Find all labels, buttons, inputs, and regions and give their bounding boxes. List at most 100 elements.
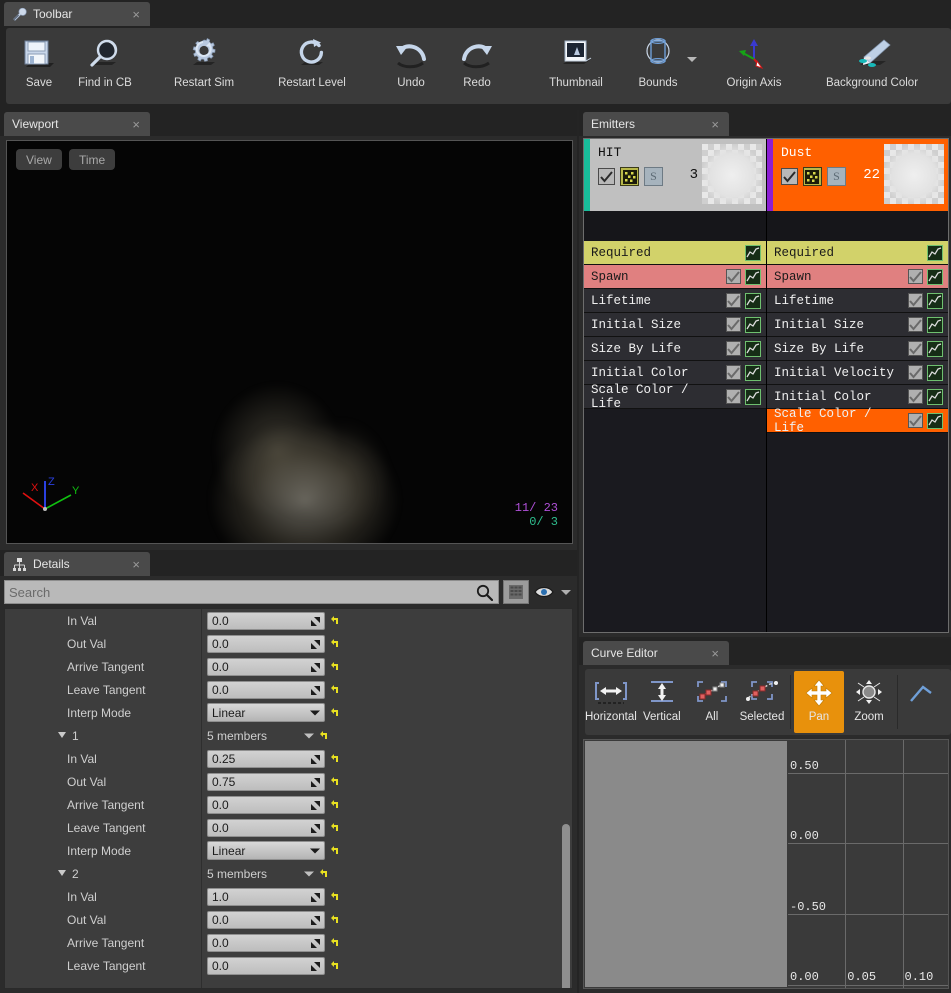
emitter-module-row[interactable]: Scale Color / Life	[584, 383, 766, 411]
reset-to-default-icon[interactable]	[330, 890, 341, 903]
details-row[interactable]: Arrive Tangent 0.0	[5, 793, 572, 816]
emitter-module-row[interactable]: Initial Velocity	[766, 361, 948, 385]
thumbnail-button[interactable]: Thumbnail	[522, 30, 630, 102]
numeric-input[interactable]: 1.0	[207, 887, 325, 906]
reset-to-default-icon[interactable]	[330, 614, 341, 627]
emitter-header[interactable]: HIT S 3	[584, 139, 766, 211]
tab-details[interactable]: Details ×	[4, 552, 150, 576]
drag-handle-icon[interactable]	[310, 777, 321, 791]
emitter-module-row[interactable]: Initial Size	[766, 313, 948, 337]
numeric-input[interactable]: 0.25	[207, 749, 325, 768]
expand-triangle-icon[interactable]	[57, 867, 67, 881]
reset-to-default-icon[interactable]	[330, 844, 341, 857]
emitter-enabled-checkbox[interactable]	[780, 168, 798, 185]
tab-curve-editor[interactable]: Curve Editor ×	[583, 641, 729, 665]
curve-overflow-button[interactable]	[901, 671, 951, 733]
emitter-solo-button[interactable]: S	[826, 167, 846, 186]
chevron-down-icon[interactable]	[304, 727, 314, 745]
reset-to-default-icon[interactable]	[330, 821, 341, 834]
tab-toolbar[interactable]: Toolbar ×	[4, 2, 150, 26]
particle-render-icon[interactable]	[802, 167, 822, 186]
grid-view-icon[interactable]	[503, 580, 529, 604]
module-enabled-checkbox[interactable]	[725, 365, 741, 380]
emitter-module-row[interactable]: Initial Size	[584, 313, 766, 337]
reset-to-default-icon[interactable]	[319, 729, 330, 742]
module-enabled-checkbox[interactable]	[908, 413, 923, 428]
interp-mode-select[interactable]: Linear	[207, 841, 325, 860]
details-row[interactable]: Interp Mode Linear	[5, 701, 572, 724]
module-enabled-checkbox[interactable]	[908, 389, 923, 404]
emitter-solo-button[interactable]: S	[644, 167, 663, 186]
drag-handle-icon[interactable]	[310, 938, 321, 952]
details-row[interactable]: In Val 0.25	[5, 747, 572, 770]
redo-button[interactable]: Redo	[444, 30, 510, 102]
numeric-input[interactable]: 0.0	[207, 611, 325, 630]
drag-handle-icon[interactable]	[310, 662, 321, 676]
module-enabled-checkbox[interactable]	[908, 365, 923, 380]
module-enabled-checkbox[interactable]	[725, 269, 741, 284]
module-enabled-checkbox[interactable]	[725, 389, 741, 404]
reset-to-default-icon[interactable]	[330, 798, 341, 811]
close-icon[interactable]: ×	[124, 118, 140, 131]
module-curve-toggle-icon[interactable]	[927, 268, 943, 285]
numeric-input[interactable]: 0.0	[207, 933, 325, 952]
numeric-input[interactable]: 0.0	[207, 818, 325, 837]
drag-handle-icon[interactable]	[310, 616, 321, 630]
view-menu-button[interactable]: View	[16, 149, 62, 170]
reset-to-default-icon[interactable]	[330, 660, 341, 673]
numeric-input[interactable]: 0.0	[207, 956, 325, 975]
details-row[interactable]: Leave Tangent 0.0	[5, 678, 572, 701]
details-row[interactable]: 1 5 members	[5, 724, 572, 747]
module-curve-toggle-icon[interactable]	[927, 244, 943, 261]
drag-handle-icon[interactable]	[310, 915, 321, 929]
save-button[interactable]: Save	[6, 30, 72, 102]
emitter-module-row[interactable]: Size By Life	[584, 337, 766, 361]
details-row[interactable]: Leave Tangent 0.0	[5, 954, 572, 977]
close-icon[interactable]: ×	[124, 558, 140, 571]
curve-all-button[interactable]: All	[687, 671, 737, 733]
drag-handle-icon[interactable]	[310, 639, 321, 653]
emitter-module-row[interactable]: Size By Life	[766, 337, 948, 361]
drag-handle-icon[interactable]	[310, 961, 321, 975]
details-row[interactable]: In Val 1.0	[5, 885, 572, 908]
close-icon[interactable]: ×	[124, 8, 140, 21]
drag-handle-icon[interactable]	[310, 892, 321, 906]
curve-pan-button[interactable]: Pan	[793, 671, 844, 733]
emitter-module-row[interactable]: Required	[584, 241, 766, 265]
emitter-empty-area[interactable]	[584, 409, 766, 632]
curve-zoom-button[interactable]: Zoom	[844, 671, 894, 733]
module-curve-toggle-icon[interactable]	[744, 388, 761, 405]
search-input[interactable]: Search	[4, 580, 499, 604]
module-curve-toggle-icon[interactable]	[927, 412, 943, 429]
module-enabled-checkbox[interactable]	[725, 293, 741, 308]
module-curve-toggle-icon[interactable]	[744, 244, 761, 261]
curve-vertical-button[interactable]: Vertical	[637, 671, 687, 733]
module-enabled-checkbox[interactable]	[908, 317, 923, 332]
reset-to-default-icon[interactable]	[330, 959, 341, 972]
details-row[interactable]: Arrive Tangent 0.0	[5, 931, 572, 954]
module-curve-toggle-icon[interactable]	[927, 316, 943, 333]
numeric-input[interactable]: 0.0	[207, 634, 325, 653]
curve-editor-graph[interactable]: 0.50 0.00 -0.50 0.00 0.05 0.10	[583, 739, 949, 989]
restart-sim-button[interactable]: Restart Sim	[150, 30, 258, 102]
curve-plot-area[interactable]: 0.50 0.00 -0.50 0.00 0.05 0.10	[788, 740, 948, 988]
curve-track-list[interactable]	[585, 741, 787, 987]
numeric-input[interactable]: 0.0	[207, 910, 325, 929]
module-curve-toggle-icon[interactable]	[744, 316, 761, 333]
viewport-canvas[interactable]: View Time X Z Y 11/ 23 0/ 3	[6, 140, 573, 544]
details-row[interactable]: In Val 0.0	[5, 609, 572, 632]
emitter-empty-area[interactable]	[766, 433, 948, 632]
reset-to-default-icon[interactable]	[330, 775, 341, 788]
module-curve-toggle-icon[interactable]	[744, 340, 761, 357]
undo-button[interactable]: Undo	[378, 30, 444, 102]
emitter-module-row[interactable]: Spawn	[584, 265, 766, 289]
emitter-column[interactable]: Dust S 22 Required Spawn Lifetime Initial Size…	[765, 139, 948, 632]
emitter-module-row[interactable]: Lifetime	[584, 289, 766, 313]
origin-axis-button[interactable]: Origin Axis	[700, 30, 808, 102]
module-curve-toggle-icon[interactable]	[927, 388, 943, 405]
numeric-input[interactable]: 0.0	[207, 680, 325, 699]
emitter-module-row[interactable]: Lifetime	[766, 289, 948, 313]
numeric-input[interactable]: 0.75	[207, 772, 325, 791]
numeric-input[interactable]: 0.0	[207, 657, 325, 676]
curve-horizontal-button[interactable]: Horizontal	[585, 671, 637, 733]
